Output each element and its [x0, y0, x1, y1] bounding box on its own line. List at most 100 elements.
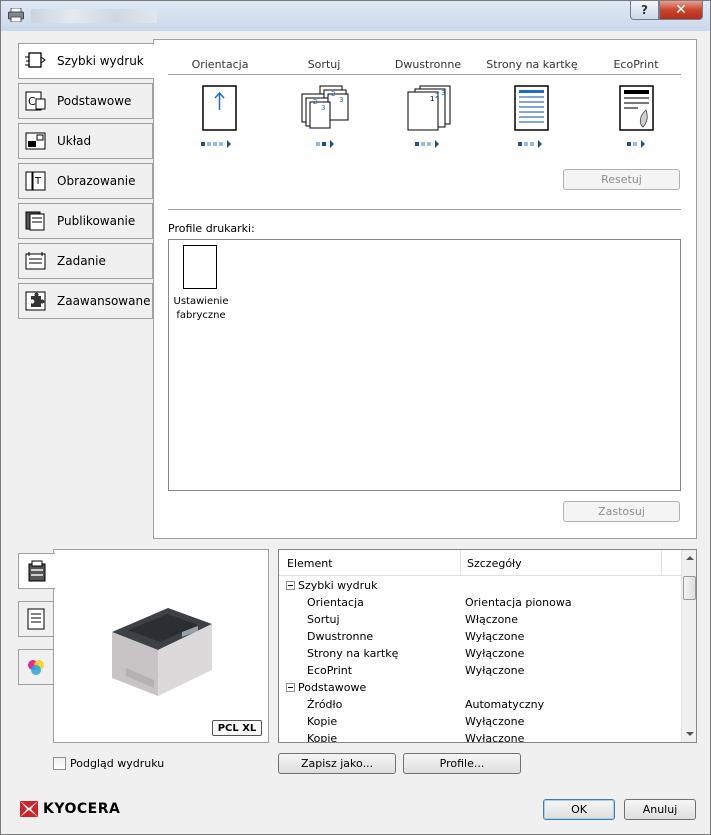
help-button[interactable]: ?	[630, 1, 659, 20]
close-button[interactable]: ✕	[659, 1, 703, 20]
tab-publikowanie[interactable]: Publikowanie	[18, 203, 153, 239]
duplex-icon[interactable]: 321	[406, 84, 452, 135]
imaging-icon: T	[25, 171, 47, 191]
tab-label: Zadanie	[57, 254, 106, 268]
basic-icon: C	[25, 91, 47, 111]
orientation-stepper[interactable]	[201, 140, 231, 148]
ecoprint-icon[interactable]	[619, 84, 655, 135]
list-header: Element Szczegóły	[279, 550, 681, 576]
profiles-list[interactable]: Ustawienie fabryczne	[168, 239, 681, 491]
page-icon	[27, 608, 45, 630]
profile-label: Ustawienie fabryczne	[173, 296, 229, 321]
publishing-icon	[25, 211, 47, 231]
svg-text:C: C	[28, 95, 36, 108]
collate-stepper[interactable]	[316, 140, 334, 148]
row-details: Wyłączone	[465, 732, 525, 743]
svg-text:2: 2	[435, 92, 439, 100]
column-dwustronne-label: Dwustronne	[394, 58, 462, 71]
tab-label: Obrazowanie	[57, 174, 136, 188]
row-element: Dwustronne	[307, 630, 374, 643]
svg-text:2: 2	[331, 90, 335, 98]
table-row[interactable]: Szybki wydruk	[279, 577, 681, 594]
column-ecoprint-label: EcoPrint	[613, 58, 659, 71]
preview-tab-page[interactable]	[18, 601, 54, 637]
row-details: Orientacja pionowa	[465, 596, 572, 609]
table-row[interactable]: Strony na kartkę Wyłączone	[279, 645, 681, 662]
ecoprint-stepper[interactable]	[627, 140, 645, 148]
printer-icon	[28, 560, 46, 582]
tab-zadanie[interactable]: Zadanie	[18, 243, 153, 279]
tab-label: Podstawowe	[57, 94, 132, 108]
quick-print-panel: Orientacja Sortuj Dwustronne Strony na k…	[153, 39, 697, 539]
settings-summary-list[interactable]: Element Szczegóły Szybki wydruk Orientacj…	[278, 549, 697, 743]
layout-icon	[25, 131, 47, 151]
row-details: Wyłączone	[465, 647, 525, 660]
cancel-button[interactable]: Anuluj	[624, 799, 696, 820]
svg-text:3: 3	[339, 96, 343, 104]
preview-tab-printer[interactable]	[18, 553, 55, 589]
checkbox-label: Podgląd wydruku	[70, 757, 165, 770]
row-details: Automatyczny	[465, 698, 545, 711]
ok-button[interactable]: OK	[543, 799, 615, 820]
window-title-redacted	[31, 9, 157, 23]
puzzle-icon	[25, 291, 47, 311]
checkbox-box[interactable]	[53, 757, 66, 770]
profiles-label: Profile drukarki:	[168, 222, 255, 235]
tab-szybki-wydruk[interactable]: Szybki wydruk	[18, 43, 154, 79]
svg-text:2: 2	[313, 98, 317, 106]
page-icon	[183, 245, 217, 289]
table-row[interactable]: Podstawowe	[279, 679, 681, 696]
tab-zaawansowane[interactable]: Zaawansowane	[18, 283, 153, 319]
profile-item[interactable]: Ustawienie fabryczne	[169, 240, 233, 330]
section-divider	[168, 209, 681, 210]
tab-obrazowanie[interactable]: T Obrazowanie	[18, 163, 153, 199]
vertical-scrollbar[interactable]	[681, 550, 696, 742]
collapse-icon[interactable]	[286, 683, 295, 692]
row-details: Włączone	[465, 613, 519, 626]
tab-podstawowe[interactable]: C Podstawowe	[18, 83, 153, 119]
svg-text:3: 3	[441, 89, 445, 97]
scroll-thumb[interactable]	[683, 576, 696, 600]
table-row[interactable]: Źródło Automatyczny	[279, 696, 681, 713]
tab-label: Szybki wydruk	[57, 54, 144, 68]
reset-button[interactable]: Resetuj	[563, 169, 680, 190]
quick-print-icon	[25, 51, 47, 71]
printer-image	[112, 608, 212, 696]
table-row[interactable]: EcoPrint Wyłączone	[279, 662, 681, 679]
svg-text:3: 3	[321, 104, 325, 112]
row-element: Kopie	[307, 732, 338, 743]
print-preview-checkbox[interactable]: Podgląd wydruku	[53, 757, 164, 770]
column-header-element[interactable]: Element	[287, 557, 333, 570]
tab-uklad[interactable]: Układ	[18, 123, 153, 159]
scroll-up-arrow-icon[interactable]	[686, 556, 694, 560]
table-row[interactable]: Kopie Wyłączone	[279, 730, 681, 743]
pages-per-sheet-icon[interactable]	[514, 84, 550, 135]
row-element: EcoPrint	[307, 664, 353, 677]
table-row[interactable]: Dwustronne Wyłączone	[279, 628, 681, 645]
pages-per-sheet-stepper[interactable]	[518, 140, 542, 148]
table-row[interactable]: Kopie Wyłączone	[279, 713, 681, 730]
apply-button[interactable]: Zastosuj	[563, 501, 680, 522]
row-details: Wyłączone	[465, 664, 525, 677]
orientation-portrait-icon[interactable]	[202, 84, 238, 135]
profiles-button[interactable]: Profile...	[403, 753, 521, 774]
svg-text:1: 1	[430, 95, 434, 103]
row-element: Źródło	[307, 698, 343, 711]
row-details: Wyłączone	[465, 715, 525, 728]
kyocera-logo: KYOCERA	[18, 799, 120, 819]
collapse-icon[interactable]	[286, 581, 295, 590]
column-strony-label: Strony na kartkę	[486, 58, 578, 71]
collate-icon[interactable]: 3232	[300, 84, 350, 135]
scroll-down-arrow-icon[interactable]	[686, 732, 694, 736]
row-element: Kopie	[307, 715, 338, 728]
row-element: Podstawowe	[298, 681, 367, 694]
column-header-details[interactable]: Szczegóły	[467, 557, 522, 570]
table-row[interactable]: Sortuj Włączone	[279, 611, 681, 628]
column-sortuj-label: Sortuj	[307, 58, 341, 71]
preview-tab-color[interactable]	[18, 649, 54, 685]
table-row[interactable]: Orientacja Orientacja pionowa	[279, 594, 681, 611]
row-details: Wyłączone	[465, 630, 525, 643]
save-as-button[interactable]: Zapisz jako...	[278, 753, 396, 774]
header-divider	[168, 74, 681, 75]
duplex-stepper[interactable]	[415, 140, 439, 148]
